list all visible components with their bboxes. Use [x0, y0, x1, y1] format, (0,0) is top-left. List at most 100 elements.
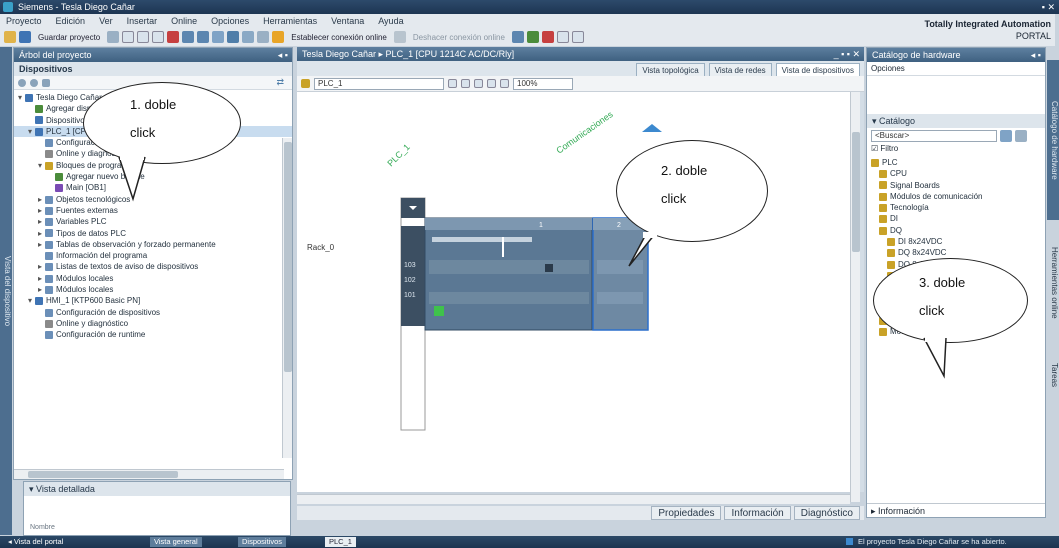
zoom-out-icon[interactable]: [500, 79, 509, 88]
tree-item[interactable]: Configuración de runtime: [14, 329, 292, 340]
upload-icon[interactable]: [242, 31, 255, 43]
tree-item[interactable]: ▾ HMI_1 [KTP600 Basic PN]: [14, 295, 292, 306]
tree-expander-icon[interactable]: ▸: [38, 284, 45, 295]
vtab-tasks[interactable]: Tareas: [1047, 345, 1059, 405]
editor-window-controls-icon[interactable]: _ ▪ ▪ ✕: [834, 47, 860, 61]
tree-expander-icon[interactable]: ▸: [38, 273, 45, 284]
tree-expander-icon[interactable]: ▸: [38, 194, 45, 205]
tree-expander-icon[interactable]: ▸: [38, 228, 45, 239]
menu-item[interactable]: Edición: [56, 16, 86, 26]
tree-forward-icon[interactable]: [30, 78, 38, 87]
project-tree-scroll-thumb[interactable]: [284, 142, 292, 372]
tree-expander-icon[interactable]: ▸: [38, 216, 45, 227]
print-icon[interactable]: [107, 31, 120, 43]
tree-expander-icon[interactable]: ▸: [38, 205, 45, 216]
tree-expander-icon[interactable]: ▾: [18, 92, 25, 103]
editor-scroll-thumb[interactable]: [852, 132, 860, 252]
menu-item[interactable]: Ayuda: [378, 16, 403, 26]
menu-item[interactable]: Herramientas: [263, 16, 317, 26]
catalog-item[interactable]: DQ 8x24VDC: [867, 247, 1045, 258]
zoom-select[interactable]: 100%: [513, 77, 573, 90]
compile-icon[interactable]: [212, 31, 225, 43]
project-tree-hscrollbar[interactable]: [14, 469, 284, 479]
go-offline-button[interactable]: Deshacer conexión online: [413, 33, 505, 42]
tree-item[interactable]: ▸ Fuentes externas: [14, 205, 292, 216]
copy-icon[interactable]: [137, 31, 150, 43]
zoom-area-icon[interactable]: [461, 79, 470, 88]
maximize-editor-icon[interactable]: [571, 31, 584, 43]
menu-item[interactable]: Opciones: [211, 16, 249, 26]
editor-options-icon[interactable]: [844, 78, 856, 90]
tab-properties[interactable]: Propiedades: [651, 506, 722, 520]
device-view-canvas[interactable]: PLC_1 Comunicaciones Rack_0 103 102 101 …: [297, 92, 864, 492]
rack-slots-101-103[interactable]: [401, 226, 425, 326]
accessible-devices-icon[interactable]: [511, 31, 524, 43]
menu-item[interactable]: Insertar: [127, 16, 158, 26]
stop-cpu-icon[interactable]: [541, 31, 554, 43]
info-section-header[interactable]: ▸ Información: [867, 503, 1045, 517]
tree-expander-icon[interactable]: ▸: [38, 239, 45, 250]
download-icon[interactable]: [227, 31, 240, 43]
collapse-panel-icon[interactable]: ◂ ▪: [278, 48, 288, 62]
catalog-item[interactable]: Signal Boards: [867, 180, 1045, 191]
split-editor-icon[interactable]: [556, 31, 569, 43]
simulation-icon[interactable]: [257, 31, 270, 43]
taskbar-plc[interactable]: PLC_1: [325, 537, 356, 547]
tab-diagnostics[interactable]: Diagnóstico: [793, 506, 860, 520]
search-next-icon[interactable]: [1015, 130, 1027, 142]
window-close-icon[interactable]: ▪ ✕: [1042, 0, 1055, 14]
menu-item[interactable]: Ventana: [331, 16, 364, 26]
catalog-search-input[interactable]: <Buscar>: [871, 130, 997, 142]
catalog-filter[interactable]: ☑ Filtro: [867, 144, 1045, 155]
search-icon[interactable]: [1000, 130, 1012, 142]
paste-icon[interactable]: [152, 31, 165, 43]
tree-sync-icon[interactable]: ⇄: [276, 77, 284, 88]
portal-view-button[interactable]: ◂ Vista del portal: [4, 537, 67, 547]
show-labels-icon[interactable]: [474, 79, 483, 88]
tree-item[interactable]: ▸ Variables PLC: [14, 216, 292, 227]
catalog-item[interactable]: PLC: [867, 157, 1045, 168]
project-tree-hscroll-thumb[interactable]: [28, 471, 178, 478]
zoom-in-icon[interactable]: [487, 79, 496, 88]
taskbar-overview[interactable]: Vista general: [150, 537, 202, 547]
save-project-button[interactable]: Guardar proyecto: [38, 33, 100, 42]
catalog-panel-controls-icon[interactable]: ◂ ▪: [1031, 48, 1041, 62]
catalog-item[interactable]: Módulos de comunicación: [867, 191, 1045, 202]
tree-item[interactable]: Online y diagnóstico: [14, 318, 292, 329]
tree-expander-icon[interactable]: ▾: [38, 160, 45, 171]
tab-topology-view[interactable]: Vista topológica: [636, 63, 705, 76]
catalog-item[interactable]: CPU: [867, 168, 1045, 179]
project-tree-scrollbar[interactable]: [282, 138, 292, 458]
go-online-icon[interactable]: [272, 31, 285, 43]
tree-expander-icon[interactable]: ▾: [28, 295, 35, 306]
new-project-icon[interactable]: [4, 31, 16, 43]
start-cpu-icon[interactable]: [526, 31, 539, 43]
menu-item[interactable]: Ver: [99, 16, 113, 26]
editor-hscrollbar[interactable]: [297, 494, 850, 504]
tree-item[interactable]: ▸ Módulos locales: [14, 284, 292, 295]
delete-icon[interactable]: [167, 31, 180, 43]
device-select[interactable]: PLC_1: [314, 77, 444, 90]
tree-item[interactable]: Información del programa: [14, 250, 292, 261]
menu-item[interactable]: Online: [171, 16, 197, 26]
catalog-item[interactable]: DI 8x24VDC: [867, 236, 1045, 247]
tree-expander-icon[interactable]: ▾: [28, 126, 35, 137]
tree-item[interactable]: ▸ Tablas de observación y forzado permane…: [14, 239, 292, 250]
tree-item[interactable]: Configuración de dispositivos: [14, 307, 292, 318]
tree-expander-icon[interactable]: ▸: [38, 261, 45, 272]
tree-home-icon[interactable]: [42, 78, 50, 87]
catalog-item[interactable]: DQ: [867, 225, 1045, 236]
tab-network-view[interactable]: Vista de redes: [708, 63, 772, 76]
catalog-item[interactable]: Tecnología: [867, 202, 1045, 213]
catalog-item[interactable]: DI: [867, 213, 1045, 224]
taskbar-devices[interactable]: Dispositivos: [238, 537, 287, 547]
tab-information[interactable]: Información: [724, 506, 791, 520]
catalog-section-header[interactable]: ▾ Catálogo: [867, 114, 1045, 128]
redo-icon[interactable]: [197, 31, 210, 43]
menu-item[interactable]: Proyecto: [6, 16, 42, 26]
tree-item[interactable]: ▸ Módulos locales: [14, 273, 292, 284]
tab-device-view[interactable]: Vista de dispositivos: [775, 63, 860, 76]
vtab-hardware-catalog[interactable]: Catálogo de hardware: [1047, 60, 1059, 220]
left-vertical-tab[interactable]: Vista del dispositivo: [0, 47, 12, 535]
editor-scrollbar[interactable]: [850, 92, 860, 502]
